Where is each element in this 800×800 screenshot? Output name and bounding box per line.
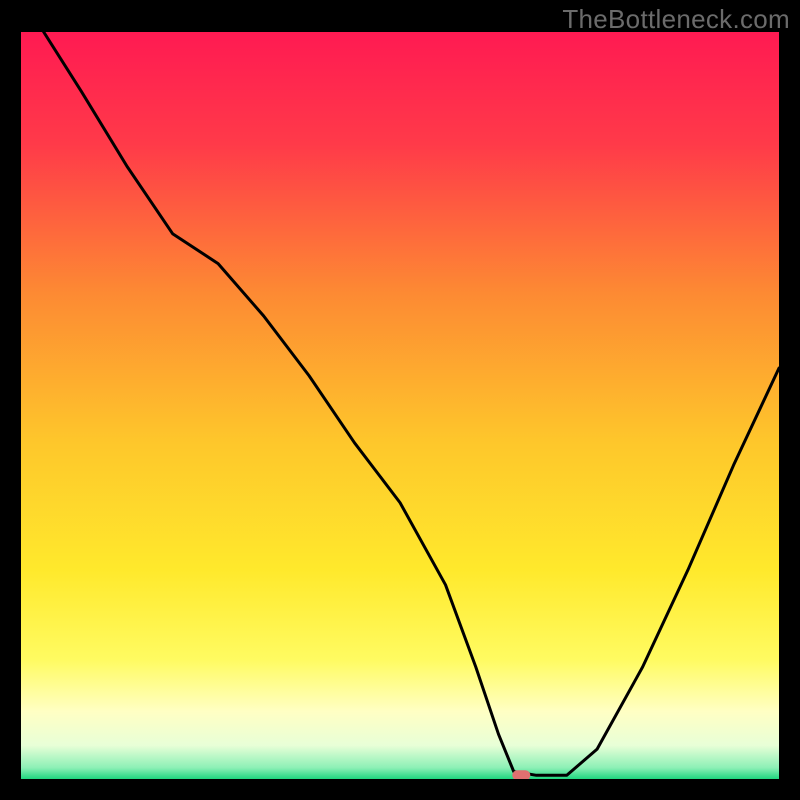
- watermark-label: TheBottleneck.com: [562, 4, 790, 35]
- optimum-marker: [512, 770, 530, 779]
- chart-svg: [21, 32, 779, 779]
- gradient-background: [21, 32, 779, 779]
- bottleneck-chart: [21, 32, 779, 779]
